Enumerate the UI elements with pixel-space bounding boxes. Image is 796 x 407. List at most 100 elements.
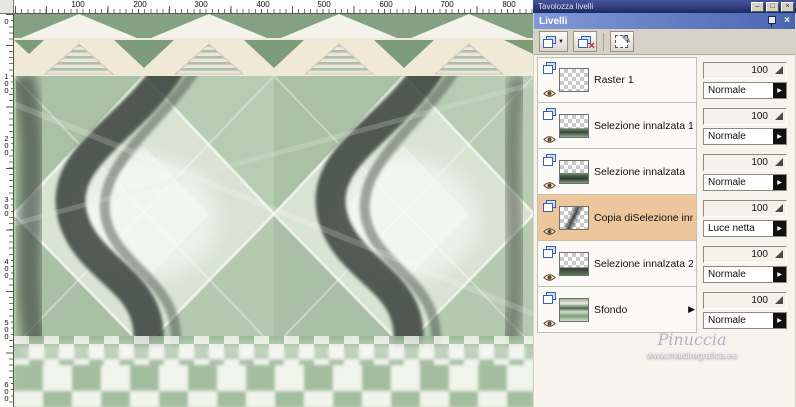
layer-name-cell[interactable]: Raster 1 — [537, 57, 697, 103]
blend-mode-control[interactable]: Normale ▶ — [703, 127, 787, 145]
opacity-slider-icon[interactable] — [775, 158, 783, 166]
layer-row-sfondo[interactable]: Sfondo ▶ 100 Normale ▶ — [537, 287, 791, 333]
expand-arrow-icon[interactable]: ▶ — [688, 303, 695, 315]
ruler-label: 100 — [1, 72, 11, 93]
blend-mode-value: Normale — [708, 314, 746, 326]
layer-thumbnail[interactable] — [559, 68, 589, 92]
blend-mode-control[interactable]: Luce netta ▶ — [703, 219, 787, 237]
visibility-eye-icon[interactable] — [542, 89, 556, 98]
visibility-eye-icon[interactable] — [542, 135, 556, 144]
blend-dropdown-arrow-icon[interactable]: ▶ — [773, 174, 786, 190]
layer-name-cell[interactable]: Sfondo ▶ — [537, 287, 697, 333]
ruler-label: 200 — [1, 134, 11, 155]
layer-thumbnail[interactable] — [559, 251, 589, 276]
layer-name-cell[interactable]: Selezione innalzata 2 — [537, 241, 697, 287]
layer-icon-stack — [541, 244, 557, 284]
blend-dropdown-arrow-icon[interactable]: ▶ — [773, 128, 786, 144]
close-button[interactable]: × — [781, 1, 794, 12]
layer-thumbnail[interactable] — [559, 113, 589, 138]
ruler-label: 300 — [193, 0, 209, 9]
palette-close-icon[interactable]: × — [784, 16, 790, 26]
opacity-control[interactable]: 100 — [703, 199, 787, 217]
layer-controls: 100 Normale ▶ — [703, 241, 787, 287]
opacity-control[interactable]: 100 — [703, 153, 787, 171]
layer-type-icon — [542, 62, 556, 74]
layer-name-cell[interactable]: Selezione innalzata 1 — [537, 103, 697, 149]
ruler-label: 400 — [1, 257, 11, 278]
blend-mode-control[interactable]: Normale ▶ — [703, 265, 787, 283]
opacity-value: 100 — [751, 248, 768, 260]
layer-row-copia-di-selezione-innalzata[interactable]: Copia diSelezione inn 100 Luce netta ▶ — [537, 195, 791, 241]
new-layer-dropdown-icon[interactable]: ▼ — [558, 39, 564, 45]
layer-row-selezione-innalzata-1[interactable]: Selezione innalzata 1 100 Normale ▶ — [537, 103, 791, 149]
layers-list: Raster 1 100 Normale ▶ Selezione innalza… — [534, 55, 795, 407]
thumbnail-content — [560, 69, 588, 91]
layers-palette: Tavolozza livelli – □ × Livelli × ▼ × ✎ … — [533, 0, 796, 407]
opacity-control[interactable]: 100 — [703, 245, 787, 263]
layer-type-icon — [542, 107, 556, 120]
layer-thumbnail[interactable] — [559, 297, 589, 322]
blend-mode-control[interactable]: Normale ▶ — [703, 173, 787, 191]
visibility-eye-icon[interactable] — [542, 227, 556, 236]
blend-dropdown-arrow-icon[interactable]: ▶ — [773, 312, 786, 328]
opacity-slider-icon[interactable] — [775, 250, 783, 258]
layer-name: Copia diSelezione inn — [594, 211, 693, 224]
blend-dropdown-arrow-icon[interactable]: ▶ — [773, 220, 786, 236]
layer-controls: 100 Normale ▶ — [703, 149, 787, 195]
opacity-slider-icon[interactable] — [775, 296, 783, 304]
layer-type-icon — [542, 199, 556, 212]
layer-thumbnail[interactable] — [559, 205, 589, 230]
layer-controls: 100 Normale ▶ — [703, 57, 787, 103]
opacity-value: 100 — [751, 202, 768, 214]
opacity-value: 100 — [751, 156, 768, 168]
new-layer-button[interactable]: ▼ — [539, 31, 568, 52]
restore-button[interactable]: □ — [766, 1, 779, 12]
blend-mode-value: Normale — [708, 130, 746, 142]
delete-layer-button[interactable]: × — [572, 31, 597, 52]
blend-mode-control[interactable]: Normale ▶ — [703, 311, 787, 329]
edit-selection-button[interactable]: ✎ — [609, 31, 634, 52]
visibility-eye-icon[interactable] — [542, 273, 556, 282]
thumbnail-content — [560, 252, 588, 275]
screenshot-root: 100 200 300 400 500 600 700 800 0 100 20… — [0, 0, 796, 407]
palette-title: Livelli — [539, 15, 568, 27]
horizontal-ruler: 100 200 300 400 500 600 700 800 — [14, 0, 533, 14]
layer-icon-stack — [541, 198, 557, 238]
opacity-slider-icon[interactable] — [775, 112, 783, 120]
palette-titlebar[interactable]: Livelli × — [534, 13, 795, 29]
layer-thumbnail[interactable] — [559, 159, 589, 184]
opacity-control[interactable]: 100 — [703, 61, 787, 79]
layer-name: Selezione innalzata 2 — [594, 257, 693, 270]
layer-name: Raster 1 — [594, 74, 634, 86]
pushpin-icon[interactable] — [767, 15, 777, 27]
ruler-label: 100 — [70, 0, 86, 9]
delete-x-icon: × — [588, 40, 595, 52]
blend-dropdown-arrow-icon[interactable]: ▶ — [773, 266, 786, 282]
visibility-eye-icon[interactable] — [542, 319, 556, 328]
blend-mode-value: Normale — [708, 268, 746, 280]
canvas-image[interactable] — [14, 14, 533, 407]
layer-row-selezione-innalzata-2[interactable]: Selezione innalzata 2 100 Normale ▶ — [537, 241, 791, 287]
opacity-slider-icon[interactable] — [775, 66, 783, 74]
window-titlebar[interactable]: Tavolozza livelli – □ × — [533, 0, 796, 13]
opacity-control[interactable]: 100 — [703, 291, 787, 309]
opacity-value: 100 — [751, 64, 768, 76]
layer-row-selezione-innalzata[interactable]: Selezione innalzata 100 Normale ▶ — [537, 149, 791, 195]
layer-name-cell[interactable]: Selezione innalzata — [537, 149, 697, 195]
ruler-medium-ticks — [15, 6, 533, 13]
layer-name-cell[interactable]: Copia diSelezione inn — [537, 195, 697, 241]
layer-row-raster-1[interactable]: Raster 1 100 Normale ▶ — [537, 57, 791, 103]
blend-dropdown-arrow-icon[interactable]: ▶ — [773, 82, 786, 98]
ruler-label: 600 — [1, 380, 11, 401]
artwork-graphic — [14, 14, 533, 407]
ruler-label: 0 — [1, 17, 11, 24]
visibility-eye-icon[interactable] — [542, 181, 556, 190]
opacity-control[interactable]: 100 — [703, 107, 787, 125]
ruler-corner — [0, 0, 14, 14]
blend-mode-control[interactable]: Normale ▶ — [703, 81, 787, 99]
ruler-label: 500 — [1, 318, 11, 339]
minimize-button[interactable]: – — [751, 1, 764, 12]
opacity-value: 100 — [751, 110, 768, 122]
opacity-slider-icon[interactable] — [775, 204, 783, 212]
ruler-label: 600 — [378, 0, 394, 9]
